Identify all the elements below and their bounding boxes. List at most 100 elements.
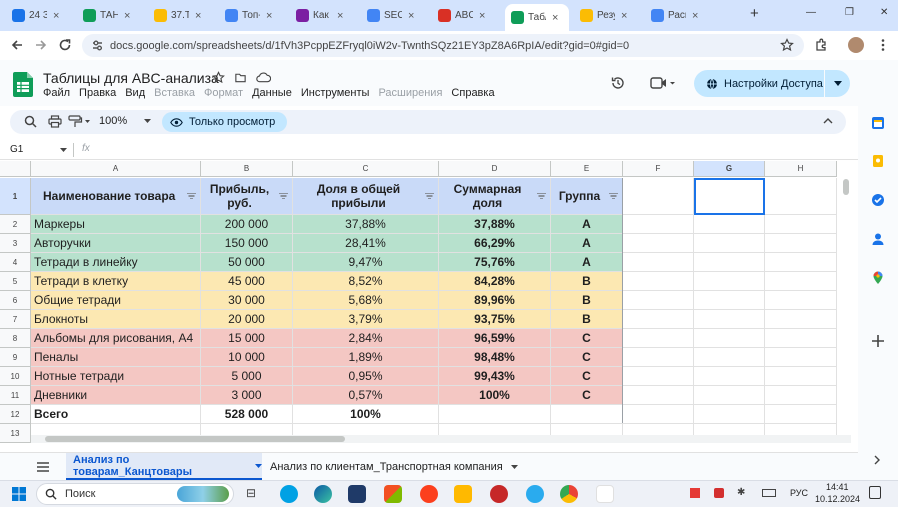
row-header[interactable]: 6 bbox=[0, 291, 31, 310]
sheets-logo-icon[interactable] bbox=[13, 72, 33, 97]
column-header[interactable]: D bbox=[439, 161, 551, 177]
notifications-icon[interactable] bbox=[869, 486, 881, 499]
empty-cell[interactable] bbox=[694, 386, 765, 405]
forward-icon[interactable] bbox=[34, 38, 48, 52]
browser-tab[interactable]: ABC-а × bbox=[434, 3, 494, 28]
restore-icon[interactable]: ❐ bbox=[845, 7, 854, 18]
profit-cell[interactable]: 150 000 bbox=[201, 234, 293, 253]
tab-close-icon[interactable]: × bbox=[621, 10, 627, 22]
product-name-cell[interactable]: Пеналы bbox=[31, 348, 201, 367]
tab-close-icon[interactable]: × bbox=[124, 10, 130, 22]
calendar-icon[interactable] bbox=[871, 116, 885, 130]
profit-cell[interactable]: 200 000 bbox=[201, 215, 293, 234]
empty-cell[interactable] bbox=[765, 348, 837, 367]
empty-cell[interactable] bbox=[623, 405, 694, 424]
star-icon[interactable] bbox=[212, 71, 225, 84]
browser-tab[interactable]: 37.То × bbox=[150, 3, 210, 28]
print-icon[interactable] bbox=[48, 115, 62, 128]
column-header[interactable]: C bbox=[293, 161, 439, 177]
battery-icon[interactable] bbox=[762, 489, 776, 497]
empty-cell[interactable] bbox=[694, 291, 765, 310]
clock-date[interactable]: 10.12.2024 bbox=[815, 494, 860, 504]
empty-cell[interactable] bbox=[439, 405, 551, 424]
empty-cell[interactable] bbox=[623, 367, 694, 386]
sheet-tab-products[interactable]: Анализ по товарам_Канцтовары bbox=[66, 453, 262, 480]
profit-cell[interactable]: 50 000 bbox=[201, 253, 293, 272]
menu-insert[interactable]: Вставка bbox=[154, 87, 195, 99]
name-box-dropdown-icon[interactable] bbox=[60, 148, 67, 152]
empty-cell[interactable] bbox=[623, 310, 694, 329]
empty-cell[interactable] bbox=[694, 272, 765, 291]
cumulative-share-cell[interactable]: 75,76% bbox=[439, 253, 551, 272]
row-header[interactable]: 13 bbox=[0, 424, 31, 443]
skype-icon[interactable] bbox=[280, 485, 298, 503]
group-cell[interactable]: B bbox=[551, 310, 623, 329]
empty-cell[interactable] bbox=[694, 367, 765, 386]
share-cell[interactable]: 5,68% bbox=[293, 291, 439, 310]
row-header[interactable]: 11 bbox=[0, 386, 31, 405]
cumulative-share-cell[interactable]: 89,96% bbox=[439, 291, 551, 310]
group-cell[interactable]: A bbox=[551, 215, 623, 234]
menu-view[interactable]: Вид bbox=[125, 87, 145, 99]
task-view-icon[interactable]: ⊟ bbox=[246, 486, 256, 500]
cumulative-share-cell[interactable]: 93,75% bbox=[439, 310, 551, 329]
sheet-tab-dropdown-icon[interactable] bbox=[510, 464, 518, 469]
header-cell[interactable]: Суммарная доля bbox=[439, 178, 551, 215]
empty-cell[interactable] bbox=[623, 348, 694, 367]
extensions-icon[interactable] bbox=[814, 38, 828, 52]
empty-cell[interactable] bbox=[694, 310, 765, 329]
store-icon[interactable] bbox=[384, 485, 402, 503]
empty-cell[interactable] bbox=[694, 234, 765, 253]
cumulative-share-cell[interactable]: 84,28% bbox=[439, 272, 551, 291]
zoom-select[interactable]: 100% bbox=[99, 115, 127, 127]
row-header[interactable]: 4 bbox=[0, 253, 31, 272]
column-header[interactable]: G bbox=[694, 161, 765, 177]
cumulative-share-cell[interactable]: 100% bbox=[439, 386, 551, 405]
browser-tab[interactable]: 24 За × bbox=[8, 3, 68, 28]
edge-icon[interactable] bbox=[314, 485, 332, 503]
profit-cell[interactable]: 3 000 bbox=[201, 386, 293, 405]
row-header[interactable]: 3 bbox=[0, 234, 31, 253]
search-menus-icon[interactable] bbox=[24, 115, 37, 128]
total-share-cell[interactable]: 100% bbox=[293, 405, 439, 424]
filter-icon[interactable] bbox=[279, 193, 288, 199]
file-explorer-icon[interactable] bbox=[454, 485, 472, 503]
empty-cell[interactable] bbox=[765, 215, 837, 234]
empty-cell[interactable] bbox=[765, 178, 837, 215]
group-cell[interactable]: B bbox=[551, 272, 623, 291]
menu-help[interactable]: Справка bbox=[451, 87, 494, 99]
contacts-icon[interactable] bbox=[871, 232, 885, 246]
group-cell[interactable]: B bbox=[551, 291, 623, 310]
clock-time[interactable]: 14:41 bbox=[826, 482, 849, 492]
tray-app-icon[interactable] bbox=[690, 488, 700, 498]
profit-cell[interactable]: 15 000 bbox=[201, 329, 293, 348]
group-cell[interactable]: C bbox=[551, 329, 623, 348]
address-bar[interactable]: docs.google.com/spreadsheets/d/1fVh3Pcpp… bbox=[82, 34, 804, 57]
browser-tab[interactable]: Расш × bbox=[647, 3, 707, 28]
taskbar-search[interactable]: Поиск bbox=[36, 483, 234, 505]
cumulative-share-cell[interactable]: 37,88% bbox=[439, 215, 551, 234]
move-to-folder-icon[interactable] bbox=[234, 71, 247, 84]
share-cell[interactable]: 0,95% bbox=[293, 367, 439, 386]
total-profit-cell[interactable]: 528 000 bbox=[201, 405, 293, 424]
cumulative-share-cell[interactable]: 98,48% bbox=[439, 348, 551, 367]
browser-tab[interactable]: ТАНР × bbox=[79, 3, 139, 28]
column-header[interactable]: E bbox=[551, 161, 623, 177]
version-history-icon[interactable] bbox=[610, 75, 626, 91]
empty-cell[interactable] bbox=[623, 215, 694, 234]
group-cell[interactable]: A bbox=[551, 234, 623, 253]
menu-edit[interactable]: Правка bbox=[79, 87, 116, 99]
sheet-tab-dropdown-icon[interactable] bbox=[255, 463, 262, 468]
profit-cell[interactable]: 30 000 bbox=[201, 291, 293, 310]
share-cell[interactable]: 37,88% bbox=[293, 215, 439, 234]
empty-cell[interactable] bbox=[623, 272, 694, 291]
empty-cell[interactable] bbox=[623, 329, 694, 348]
empty-cell[interactable] bbox=[694, 348, 765, 367]
empty-cell[interactable] bbox=[623, 234, 694, 253]
tab-close-icon[interactable]: × bbox=[337, 10, 343, 22]
row-header[interactable]: 9 bbox=[0, 348, 31, 367]
sheet-tab-clients[interactable]: Анализ по клиентам_Транспортная компания bbox=[264, 453, 530, 480]
header-cell[interactable]: Доля в общей прибыли bbox=[293, 178, 439, 215]
product-name-cell[interactable]: Дневники bbox=[31, 386, 201, 405]
formula-input[interactable] bbox=[100, 142, 840, 158]
